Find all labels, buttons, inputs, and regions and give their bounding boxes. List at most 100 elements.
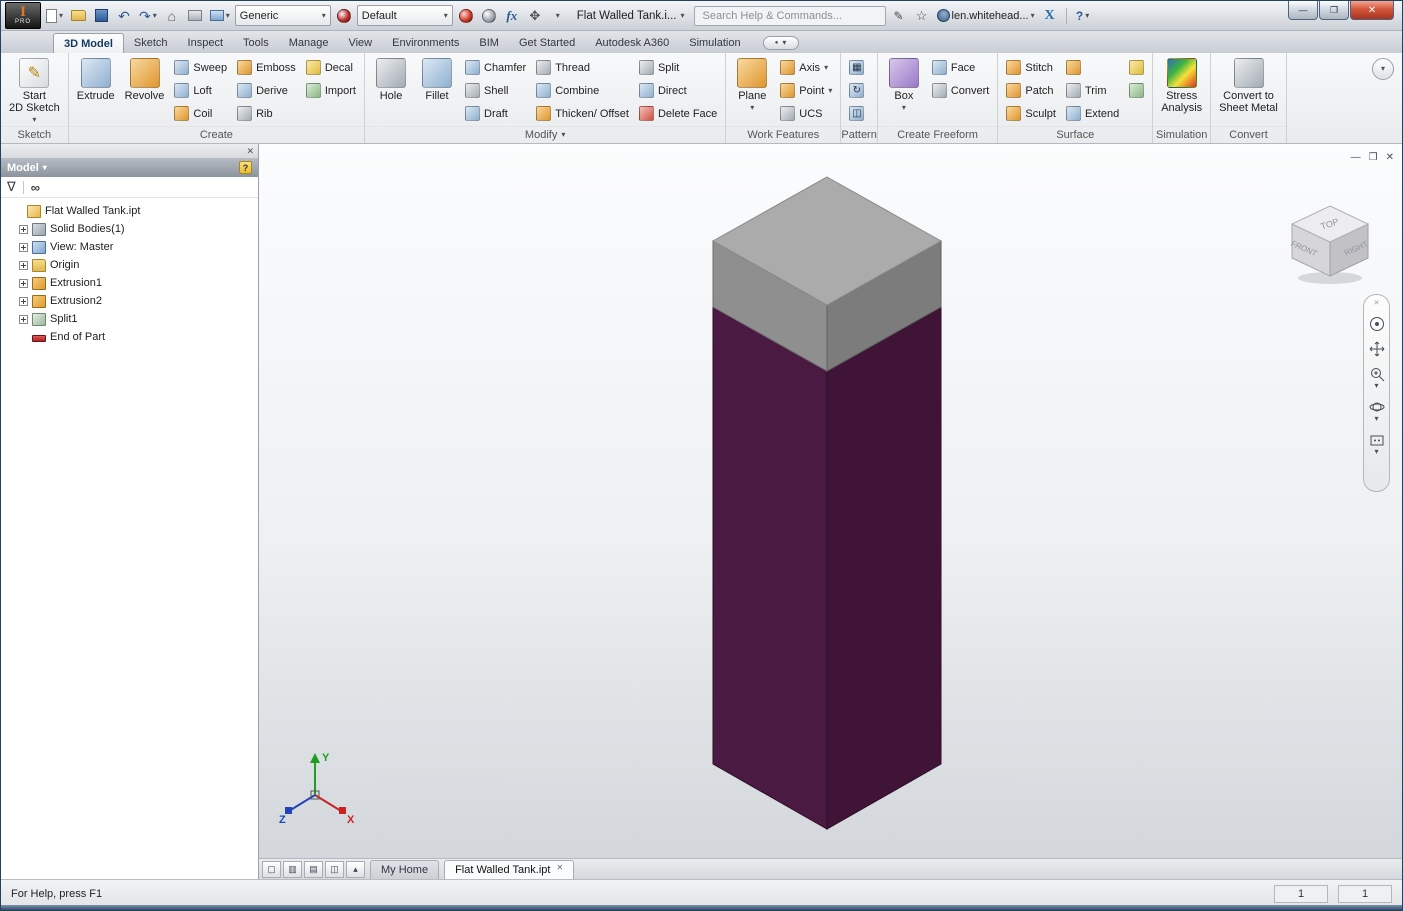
parameters-button[interactable]: fx (502, 5, 522, 27)
extend-button[interactable]: Extend (1063, 102, 1122, 125)
combine-button[interactable]: Combine (533, 79, 632, 102)
doc-minimize-icon[interactable]: — (1351, 152, 1361, 163)
start-2d-sketch-button[interactable]: ✎ Start 2D Sketch ▾ (6, 56, 63, 124)
stress-analysis-button[interactable]: Stress Analysis (1158, 56, 1205, 114)
project-link-button[interactable]: ▾ (208, 5, 232, 27)
ribbon-tab-autodesk-a360[interactable]: Autodesk A360 (585, 33, 679, 53)
tank-body-left-face[interactable] (712, 306, 828, 830)
shell-button[interactable]: Shell (462, 79, 529, 102)
chamfer-button[interactable]: Chamfer (462, 56, 529, 79)
tab-flat-walled-tank[interactable]: Flat Walled Tank.ipt ✕ (444, 860, 575, 879)
tab-my-home[interactable]: My Home (370, 860, 440, 879)
panel-label-convert[interactable]: Convert (1211, 126, 1286, 143)
panel-label-sketch[interactable]: Sketch (1, 126, 68, 143)
fillet-button[interactable]: Fillet (416, 56, 458, 102)
panel-label-modify[interactable]: Modify ▾ (365, 126, 726, 143)
favorites-button[interactable]: ☆ (912, 5, 932, 27)
screen-capture-button[interactable] (185, 5, 205, 27)
revolve-button[interactable]: Revolve (122, 56, 168, 102)
freeform-face-button[interactable]: Face (929, 56, 993, 79)
axis-button[interactable]: Axis ▾ (777, 56, 835, 79)
expand-plus-icon[interactable] (19, 242, 28, 252)
rectangular-pattern-button[interactable]: ▦ (846, 56, 867, 79)
ribbon-tab-view[interactable]: View (338, 33, 382, 53)
thicken-offset-button[interactable]: Thicken/ Offset (533, 102, 632, 125)
panel-label-surface[interactable]: Surface (998, 126, 1153, 143)
tree-item-solid-bodies[interactable]: Solid Bodies(1) (1, 220, 258, 238)
navigation-wheel-button[interactable] (1369, 316, 1385, 332)
delete-face-button[interactable]: Delete Face (636, 102, 720, 125)
expand-plus-icon[interactable] (19, 314, 28, 324)
filter-funnel-icon[interactable]: ∇ (7, 179, 16, 195)
tree-item-extrusion1[interactable]: Extrusion1 (1, 274, 258, 292)
navbar-close-icon[interactable]: ✕ (1374, 300, 1380, 307)
undo-button[interactable]: ↶ (114, 5, 134, 27)
ucs-button[interactable]: UCS (777, 102, 835, 125)
new-file-button[interactable]: ▾ (44, 5, 65, 27)
ribbon-tab-sketch[interactable]: Sketch (124, 33, 178, 53)
help-button[interactable]: ? ▾ (1073, 5, 1093, 27)
qat-customize-button[interactable]: ▾ (548, 5, 568, 27)
ribbon-tab-bim[interactable]: BIM (469, 33, 509, 53)
ribbon-tab-tools[interactable]: Tools (233, 33, 279, 53)
emboss-button[interactable]: Emboss (234, 56, 299, 79)
ribbon-display-toggle[interactable]: ● ▾ (762, 36, 799, 50)
viewcube[interactable]: TOP FRONT RIGHT (1282, 196, 1378, 291)
search-input[interactable] (693, 5, 886, 26)
draft-button[interactable]: Draft (462, 102, 529, 125)
material-select[interactable]: Generic ▾ (234, 5, 331, 26)
open-button[interactable] (68, 5, 88, 27)
free-move-button[interactable]: ✥ (525, 5, 545, 27)
browser-header[interactable]: Model ▾ ? (1, 158, 258, 177)
tank-body-right-face[interactable] (826, 306, 942, 830)
close-tab-icon[interactable]: ✕ (556, 863, 563, 872)
ribbon-tab-manage[interactable]: Manage (279, 33, 339, 53)
view-layout-horizontal-button[interactable]: ▤ (304, 861, 323, 878)
panel-label-create[interactable]: Create (68, 126, 364, 143)
browser-help-button[interactable]: ? (239, 161, 252, 174)
search-binoculars-icon[interactable]: ∞ (31, 180, 40, 195)
window-close-button[interactable]: ✕ (1350, 1, 1394, 20)
appearance-swatch-button[interactable] (334, 5, 354, 27)
view-layout-grid-button[interactable]: ▥ (283, 861, 302, 878)
ruled-surface-button[interactable] (1126, 56, 1147, 79)
panel-label-simulation[interactable]: Simulation (1153, 126, 1211, 143)
tree-item-split1[interactable]: Split1 (1, 310, 258, 328)
split-button[interactable]: Split (636, 56, 720, 79)
view-layout-single-button[interactable]: ▢ (262, 861, 281, 878)
window-minimize-button[interactable]: — (1288, 1, 1318, 20)
freeform-box-button[interactable]: Box ▾ (883, 56, 925, 112)
convert-to-sheet-metal-button[interactable]: Convert to Sheet Metal (1216, 56, 1281, 114)
panel-label-create-freeform[interactable]: Create Freeform (877, 126, 998, 143)
expand-tab-list-button[interactable]: ▴ (346, 861, 365, 878)
tree-item-view-master[interactable]: View: Master (1, 238, 258, 256)
boundary-surface-button[interactable] (1063, 56, 1122, 79)
zoom-button[interactable]: ▾ (1369, 366, 1385, 390)
tree-item-part-root[interactable]: Flat Walled Tank.ipt (1, 202, 258, 220)
user-account-button[interactable]: len.whitehead... ▾ (935, 5, 1037, 27)
ribbon-tab-environments[interactable]: Environments (382, 33, 469, 53)
tree-item-origin[interactable]: Origin (1, 256, 258, 274)
orbit-button[interactable]: ▾ (1369, 399, 1385, 423)
save-button[interactable] (91, 5, 111, 27)
expand-plus-icon[interactable] (19, 296, 28, 306)
rib-button[interactable]: Rib (234, 102, 299, 125)
exchange-apps-button[interactable]: X (1040, 5, 1060, 27)
expand-plus-icon[interactable] (19, 260, 28, 270)
expand-plus-icon[interactable] (19, 278, 28, 288)
circular-pattern-button[interactable]: ↻ (846, 79, 867, 102)
ribbon-tab-simulation[interactable]: Simulation (679, 33, 750, 53)
tank-part-model[interactable] (259, 144, 1403, 858)
expand-plus-icon[interactable] (19, 224, 28, 234)
direct-button[interactable]: Direct (636, 79, 720, 102)
ribbon-options-button[interactable]: ▾ (1372, 58, 1394, 80)
freeform-convert-button[interactable]: Convert (929, 79, 993, 102)
loft-button[interactable]: Loft (171, 79, 230, 102)
tree-item-end-of-part[interactable]: End of Part (1, 328, 258, 346)
hole-button[interactable]: Hole (370, 56, 412, 102)
doc-restore-icon[interactable]: ❐ (1369, 152, 1378, 163)
redo-button[interactable]: ↷ ▾ (137, 5, 159, 27)
adjust-appearance-button[interactable] (456, 5, 476, 27)
browser-close-icon[interactable]: ✕ (246, 146, 254, 157)
document-title-dropdown[interactable]: Flat Walled Tank.i... ▾ (571, 5, 691, 27)
